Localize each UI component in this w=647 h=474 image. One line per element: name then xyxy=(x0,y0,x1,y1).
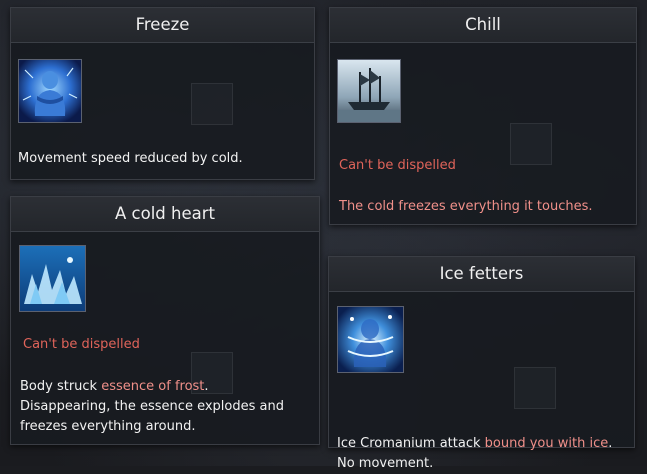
chill-description: The cold freezes everything it touches. xyxy=(339,199,593,214)
frozen-ship-icon xyxy=(337,59,401,123)
ice-fetters-line2: No movement. xyxy=(337,456,434,471)
cold-heart-line1-prefix: Body struck xyxy=(20,379,102,394)
cold-heart-tooltip: A cold heart Can't be dispelled Body str… xyxy=(10,196,320,445)
cold-heart-line1: Body struck essence of frost. xyxy=(20,377,209,397)
cold-heart-highlight: essence of frost xyxy=(101,379,205,394)
cold-heart-line3: freezes everything around. xyxy=(20,419,196,434)
chill-title: Chill xyxy=(330,8,636,43)
ice-chains-figure-icon xyxy=(337,306,404,373)
background-ghost-slot xyxy=(510,123,552,165)
ice-fetters-title: Ice fetters xyxy=(329,257,634,292)
freeze-title: Freeze xyxy=(11,8,314,43)
cold-heart-title: A cold heart xyxy=(11,197,319,232)
background-ghost-slot xyxy=(191,83,233,125)
cold-heart-line1-suffix: . xyxy=(204,379,209,394)
background-ghost-slot xyxy=(514,367,556,409)
frozen-figure-icon xyxy=(18,59,82,123)
cold-heart-line2: Disappearing, the essence explodes and xyxy=(20,399,284,414)
freeze-tooltip: Freeze Movement speed reduced by cold. xyxy=(10,7,315,180)
cold-heart-status: Can't be dispelled xyxy=(23,337,140,352)
chill-status: Can't be dispelled xyxy=(339,158,456,173)
freeze-description: Movement speed reduced by cold. xyxy=(18,151,243,166)
ice-crystals-icon xyxy=(19,245,86,312)
ice-fetters-line1-prefix: Ice Cromanium attack xyxy=(337,436,485,451)
ice-fetters-tooltip: Ice fetters Ice Cromanium attack bound y… xyxy=(328,256,635,471)
ice-fetters-line1-suffix: . xyxy=(608,436,613,451)
ice-fetters-highlight: bound you with ice xyxy=(484,436,609,451)
ice-fetters-line1: Ice Cromanium attack bound you with ice. xyxy=(337,434,612,454)
chill-tooltip: Chill Can't be dispelled The cold freeze… xyxy=(329,7,637,225)
